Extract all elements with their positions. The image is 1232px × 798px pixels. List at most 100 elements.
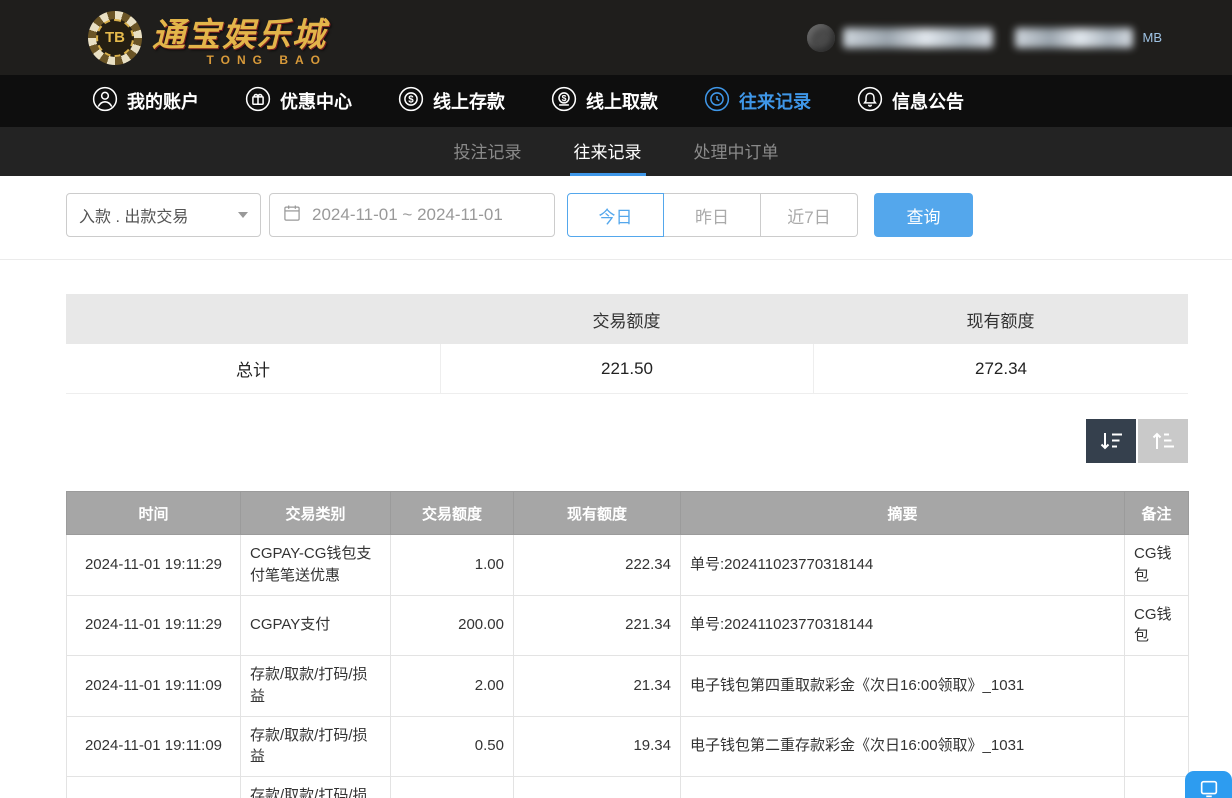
nav-item-promotions[interactable]: 优惠中心 (245, 86, 352, 117)
col-header-balance: 现有额度 (514, 492, 681, 535)
summary-header-balance: 现有额度 (813, 307, 1188, 332)
top-bar: TB 通宝娱乐城 TONG BAO MB (0, 0, 1232, 75)
col-header-remark: 备注 (1125, 492, 1189, 535)
cell-remark (1125, 656, 1189, 717)
cell-balance: 222.34 (514, 535, 681, 596)
summary-total-balance: 272.34 (813, 344, 1188, 394)
cell-remark (1125, 716, 1189, 777)
yesterday-button[interactable]: 昨日 (664, 193, 761, 237)
nav-item-online-deposit[interactable]: $ 线上存款 (398, 86, 505, 117)
last-7-days-button[interactable]: 近7日 (761, 193, 858, 237)
summary-total-label: 总计 (66, 344, 440, 394)
poker-chip-logo-icon: TB (88, 11, 142, 65)
nav-item-transaction-records[interactable]: 往来记录 (704, 86, 811, 117)
transaction-records-table: 时间 交易类别 交易额度 现有额度 摘要 备注 2024-11-01 19:11… (66, 491, 1189, 798)
sort-controls (0, 419, 1188, 463)
summary-total-amount: 221.50 (440, 344, 813, 394)
cell-summary: 单号:202411023770318144 (681, 535, 1125, 596)
date-range-input[interactable]: 2024-11-01 ~ 2024-11-01 (269, 193, 555, 237)
withdraw-coin-icon: $ (551, 86, 577, 117)
cell-time: 2024-11-01 19:11:29 (67, 535, 241, 596)
gift-icon (245, 86, 271, 117)
sort-ascending-button[interactable] (1138, 419, 1188, 463)
user-info-area: MB (807, 0, 1163, 75)
nav-item-my-account[interactable]: 我的账户 (92, 86, 199, 117)
table-row: 2024-11-01 19:11:09 存款/取款/打码/损益 18.00 18… (67, 777, 1189, 798)
cell-amount: 0.50 (391, 716, 514, 777)
summary-total-row: 总计 221.50 272.34 (66, 344, 1188, 394)
main-navigation: 我的账户 优惠中心 $ 线上存款 $ 线上取款 往来记录 信息公告 (0, 75, 1232, 127)
summary-table: 交易额度 现有额度 总计 221.50 272.34 (66, 294, 1188, 394)
table-row: 2024-11-01 19:11:29 CGPAY-CG钱包支付笔笔送优惠 1.… (67, 535, 1189, 596)
brand-title: 通宝娱乐城 (152, 8, 327, 56)
table-header-row: 时间 交易类别 交易额度 现有额度 摘要 备注 (67, 492, 1189, 535)
balance-group: MB (1015, 28, 1163, 48)
cell-amount: 200.00 (391, 595, 514, 656)
summary-header-row: 交易额度 现有额度 (66, 294, 1188, 344)
logo-tb-monogram: TB (96, 19, 134, 57)
records-clock-icon (704, 86, 730, 117)
cell-type: CGPAY-CG钱包支付笔笔送优惠 (241, 535, 391, 596)
cell-amount: 18.00 (391, 777, 514, 798)
chevron-down-icon (238, 212, 248, 218)
cell-balance: 21.34 (514, 656, 681, 717)
deposit-coin-icon: $ (398, 86, 424, 117)
table-row: 2024-11-01 19:11:29 CGPAY支付 200.00 221.3… (67, 595, 1189, 656)
cell-type: CGPAY支付 (241, 595, 391, 656)
col-header-summary: 摘要 (681, 492, 1125, 535)
brand-subtitle: TONG BAO (207, 53, 327, 67)
table-row: 2024-11-01 19:11:09 存款/取款/打码/损益 0.50 19.… (67, 716, 1189, 777)
cell-summary: 电子钱包第四重取款彩金《次日16:00领取》_1031 (681, 656, 1125, 717)
balance-redacted (1015, 28, 1133, 48)
bell-icon (857, 86, 883, 117)
search-button[interactable]: 查询 (874, 193, 973, 237)
records-tab-bar: 投注记录 往来记录 处理中订单 (0, 127, 1232, 176)
cell-summary: 电子钱包第二重存款彩金《次日16:00领取》_1031 (681, 716, 1125, 777)
cell-summary: 月月送《每月1号下午14:20领取》_1001 (681, 777, 1125, 798)
cell-time: 2024-11-01 19:11:09 (67, 656, 241, 717)
tab-betting-records[interactable]: 投注记录 (450, 127, 526, 176)
section-divider (0, 259, 1232, 260)
tab-transaction-records[interactable]: 往来记录 (570, 127, 646, 176)
col-header-amount: 交易额度 (391, 492, 514, 535)
cell-type: 存款/取款/打码/损益 (241, 777, 391, 798)
nav-item-online-withdrawal[interactable]: $ 线上取款 (551, 86, 658, 117)
cell-amount: 1.00 (391, 535, 514, 596)
nav-item-announcements[interactable]: 信息公告 (857, 86, 964, 117)
table-row: 2024-11-01 19:11:09 存款/取款/打码/损益 2.00 21.… (67, 656, 1189, 717)
currency-label: MB (1143, 30, 1163, 45)
sort-descending-button[interactable] (1086, 419, 1136, 463)
transaction-type-value: 入款 . 出款交易 (79, 203, 188, 227)
cell-balance: 221.34 (514, 595, 681, 656)
username-redacted (843, 28, 993, 48)
cell-type: 存款/取款/打码/损益 (241, 656, 391, 717)
filter-bar: 入款 . 出款交易 2024-11-01 ~ 2024-11-01 今日 昨日 … (66, 193, 1232, 237)
transaction-type-select[interactable]: 入款 . 出款交易 (66, 193, 261, 237)
username-group (807, 24, 993, 52)
cell-balance: 19.34 (514, 716, 681, 777)
cell-remark: CG钱包 (1125, 595, 1189, 656)
cell-remark (1125, 777, 1189, 798)
col-header-type: 交易类别 (241, 492, 391, 535)
quick-date-button-group: 今日 昨日 近7日 (567, 193, 858, 237)
cell-time: 2024-11-01 19:11:29 (67, 595, 241, 656)
cell-type: 存款/取款/打码/损益 (241, 716, 391, 777)
today-button[interactable]: 今日 (567, 193, 664, 237)
col-header-time: 时间 (67, 492, 241, 535)
calendar-icon (282, 203, 302, 228)
customer-service-button[interactable] (1185, 771, 1232, 798)
summary-header-amount: 交易额度 (440, 307, 813, 332)
tab-processing-orders[interactable]: 处理中订单 (690, 127, 783, 176)
date-range-value: 2024-11-01 ~ 2024-11-01 (312, 205, 503, 225)
svg-text:$: $ (562, 92, 567, 102)
cell-balance: 18.84 (514, 777, 681, 798)
cell-remark: CG钱包 (1125, 535, 1189, 596)
avatar-icon (807, 24, 835, 52)
user-icon (92, 86, 118, 117)
cell-amount: 2.00 (391, 656, 514, 717)
cell-time: 2024-11-01 19:11:09 (67, 716, 241, 777)
cell-summary: 单号:202411023770318144 (681, 595, 1125, 656)
cell-time: 2024-11-01 19:11:09 (67, 777, 241, 798)
brand-logo: TB 通宝娱乐城 TONG BAO (88, 8, 327, 67)
svg-text:$: $ (408, 94, 414, 105)
